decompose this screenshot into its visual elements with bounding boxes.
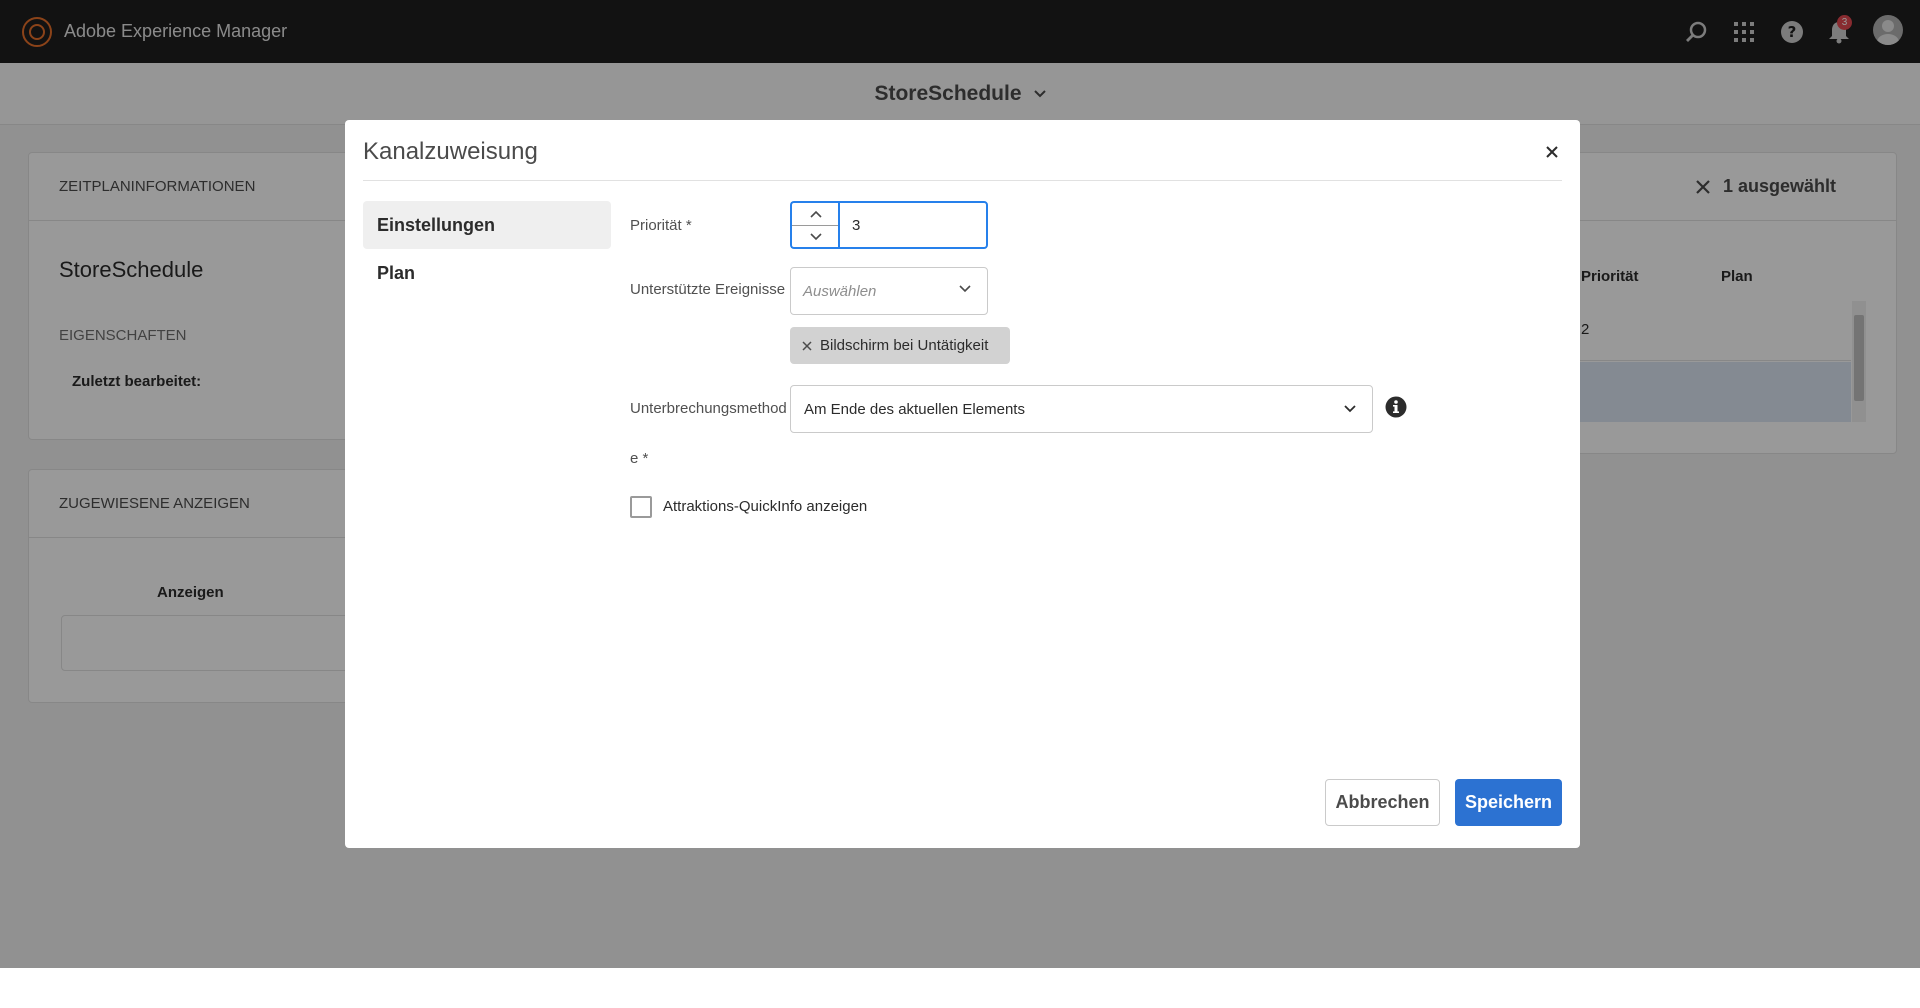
tab-settings[interactable]: Einstellungen <box>363 201 611 249</box>
interrupt-label-suffix: e * <box>630 450 649 467</box>
quickinfo-label[interactable]: Attraktions-QuickInfo anzeigen <box>663 498 867 515</box>
channel-assignment-dialog: Kanalzuweisung Einstellungen Plan Priori… <box>345 120 1580 848</box>
chevron-down-icon <box>959 285 971 293</box>
events-select[interactable]: Auswählen <box>790 267 988 315</box>
tab-plan[interactable]: Plan <box>363 249 611 297</box>
close-icon[interactable] <box>1540 140 1564 164</box>
decrement-button[interactable] <box>792 225 839 247</box>
event-tag-label: Bildschirm bei Untätigkeit <box>820 337 989 354</box>
quickinfo-checkbox[interactable] <box>630 496 652 518</box>
events-placeholder: Auswählen <box>803 282 877 300</box>
save-button[interactable]: Speichern <box>1455 779 1562 826</box>
info-icon[interactable] <box>1385 396 1407 423</box>
remove-tag-icon[interactable] <box>802 340 812 351</box>
dialog-title: Kanalzuweisung <box>363 138 538 165</box>
events-label: Unterstützte Ereignisse <box>630 281 786 298</box>
increment-button[interactable] <box>792 203 839 225</box>
chevron-down-icon <box>809 232 822 240</box>
priority-input[interactable] <box>838 201 988 249</box>
interrupt-label: Unterbrechungsmethod <box>630 400 787 417</box>
priority-label: Priorität * <box>630 217 692 234</box>
interrupt-value: Am Ende des aktuellen Elements <box>804 400 1025 418</box>
priority-stepper <box>790 201 839 249</box>
dialog-divider <box>363 180 1562 181</box>
app-window: Adobe Experience Manager ? 3 StoreSchedu… <box>0 0 1920 968</box>
chevron-down-icon <box>1344 405 1356 413</box>
event-tag: Bildschirm bei Untätigkeit <box>790 327 1010 364</box>
chevron-up-icon <box>809 210 822 218</box>
interrupt-select[interactable]: Am Ende des aktuellen Elements <box>790 385 1373 433</box>
cancel-button[interactable]: Abbrechen <box>1325 779 1440 826</box>
